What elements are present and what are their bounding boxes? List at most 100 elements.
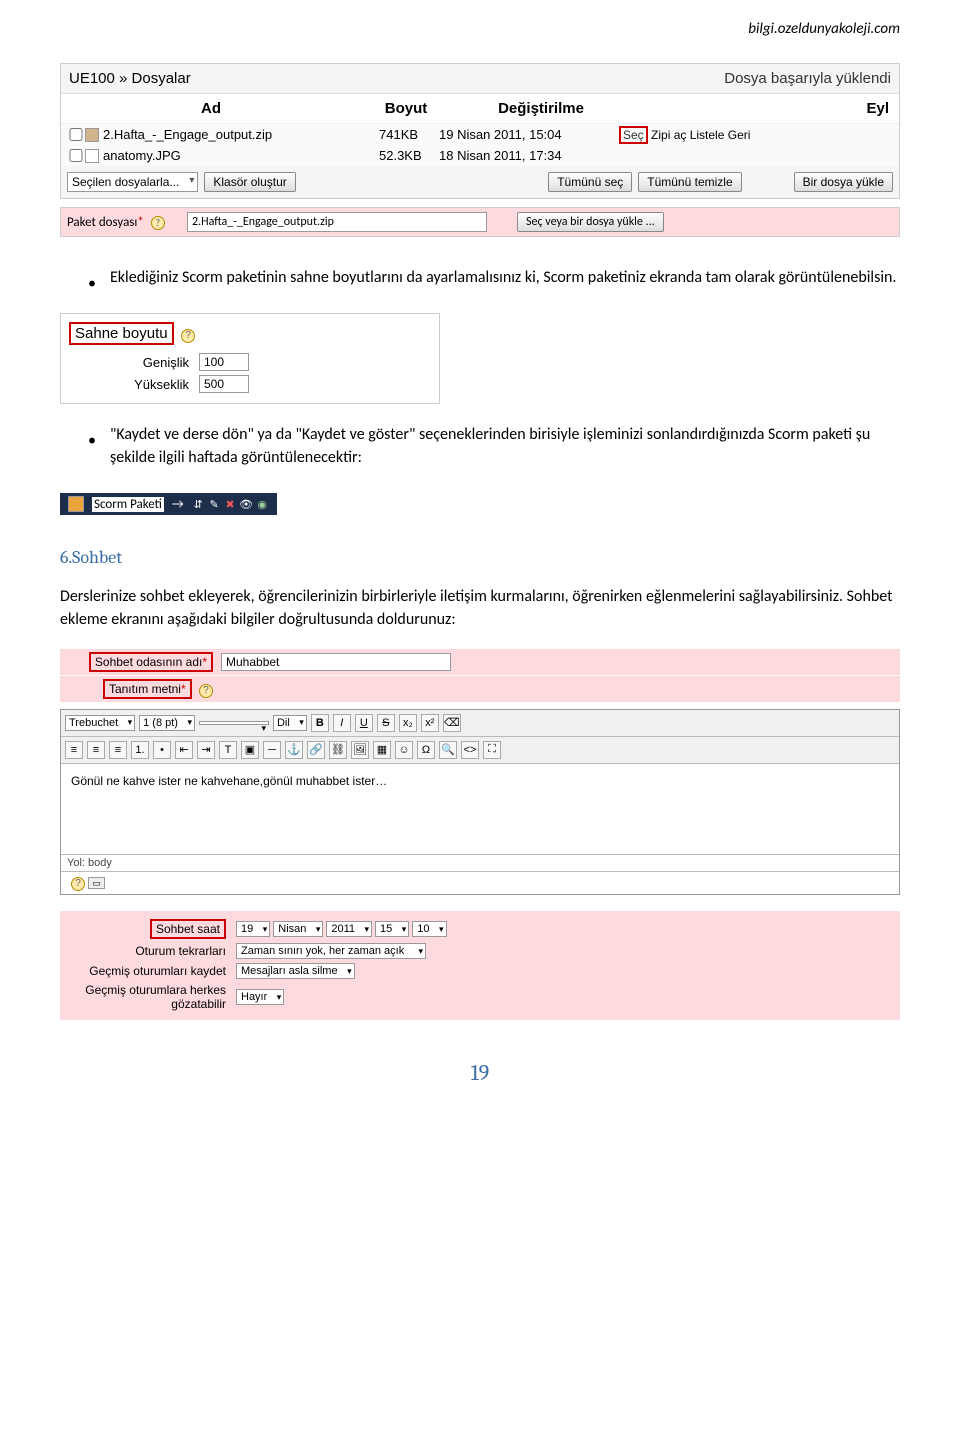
arrow-icon: → — [172, 497, 184, 512]
minute-select[interactable]: 10 — [412, 921, 446, 937]
help-icon[interactable]: ? — [181, 329, 195, 343]
char-icon[interactable]: Ω — [417, 741, 435, 759]
repeat-label: Oturum tekrarları — [66, 944, 236, 958]
everyone-view-label: Geçmiş oturumlara herkes gözatabilir — [66, 983, 236, 1012]
table-icon[interactable]: ▦ — [373, 741, 391, 759]
width-input[interactable] — [199, 353, 249, 371]
height-input[interactable] — [199, 375, 249, 393]
file-checkbox[interactable] — [67, 149, 85, 162]
editor-path: Yol: body — [67, 857, 112, 869]
file-checkbox[interactable] — [67, 128, 85, 141]
link-icon[interactable]: 🔗 — [307, 741, 325, 759]
day-select[interactable]: 19 — [236, 921, 270, 937]
chat-form: Sohbet odasının adı* Tanıtım metni* ? Tr… — [60, 649, 900, 1020]
save-sessions-select[interactable]: Mesajları asla silme — [236, 963, 355, 979]
upload-success-message: Dosya başarıyla yüklendi — [724, 70, 891, 87]
hr-icon[interactable]: ─ — [263, 741, 281, 759]
package-file-input[interactable]: 2.Hafta_-_Engage_output.zip — [187, 212, 487, 232]
sup-icon[interactable]: x² — [421, 714, 439, 732]
height-row: Yükseklik — [69, 373, 431, 395]
breadcrumb: UE100 » Dosyalar — [69, 70, 191, 87]
rich-text-editor: Trebuchet 1 (8 pt) Dil B I U S x₂ x² ⌫ ≡… — [60, 709, 900, 895]
sub-icon[interactable]: x₂ — [399, 714, 417, 732]
action-links[interactable]: Zipi aç Listele Geri — [651, 128, 750, 142]
col-action: Eyl — [631, 100, 899, 117]
fullscreen-icon[interactable]: ⛶ — [483, 741, 501, 759]
col-size: Boyut — [361, 100, 451, 117]
move-icon[interactable]: ⇵ — [192, 498, 205, 511]
file-date: 18 Nisan 2011, 17:34 — [439, 148, 619, 163]
chat-name-input[interactable] — [221, 653, 451, 671]
list-ul-icon[interactable]: • — [153, 741, 171, 759]
align-right-icon[interactable]: ≡ — [109, 741, 127, 759]
html-icon[interactable]: <> — [461, 741, 479, 759]
help-icon[interactable]: ? — [199, 684, 213, 698]
section-body: Derslerinize sohbet ekleyerek, öğrencile… — [60, 586, 900, 631]
image-icon[interactable]: 🖼 — [351, 741, 369, 759]
page-number: 19 — [60, 1060, 900, 1086]
search-icon[interactable]: 🔍 — [439, 741, 457, 759]
select-all-button[interactable]: Tümünü seç — [548, 172, 632, 192]
save-sessions-row: Geçmiş oturumları kaydet Mesajları asla … — [66, 961, 894, 981]
col-modified: Değiştirilme — [451, 100, 631, 117]
align-center-icon[interactable]: ≡ — [87, 741, 105, 759]
bullet-icon: • — [88, 273, 96, 295]
file-name[interactable]: 2.Hafta_-_Engage_output.zip — [103, 127, 379, 142]
repeat-row: Oturum tekrarları Zaman sınırı yok, her … — [66, 941, 894, 961]
intro-text-label: Tanıtım metni* ? — [66, 679, 221, 699]
align-left-icon[interactable]: ≡ — [65, 741, 83, 759]
select-link[interactable]: Seç — [619, 126, 648, 144]
editor-toolbar-2: ≡ ≡ ≡ 1. • ⇤ ⇥ T ▣ ─ ⚓ 🔗 ⛓ 🖼 ▦ ☺ Ω 🔍 <> … — [61, 737, 899, 764]
scorm-icon — [68, 496, 84, 512]
month-select[interactable]: Nisan — [273, 921, 323, 937]
year-select[interactable]: 2011 — [326, 921, 372, 937]
upload-file-button[interactable]: Bir dosya yükle — [794, 172, 893, 192]
resize-handle[interactable]: ▭ — [88, 877, 105, 889]
repeat-select[interactable]: Zaman sınırı yok, her zaman açık — [236, 943, 426, 959]
clear-all-button[interactable]: Tümünü temizle — [638, 172, 741, 192]
help-icon[interactable]: ? — [71, 877, 85, 891]
height-label: Yükseklik — [109, 377, 189, 392]
file-action-bar: Seçilen dosyalarla... Klasör oluştur Tüm… — [61, 166, 899, 198]
file-date: 19 Nisan 2011, 15:04 — [439, 127, 619, 142]
fontsize-select[interactable]: 1 (8 pt) — [139, 715, 195, 731]
chat-name-row: Sohbet odasının adı* — [60, 649, 900, 676]
unlink-icon[interactable]: ⛓ — [329, 741, 347, 759]
edit-icon[interactable]: ✎ — [208, 498, 221, 511]
outdent-icon[interactable]: ⇤ — [175, 741, 193, 759]
italic-icon[interactable]: I — [333, 714, 351, 732]
create-folder-button[interactable]: Klasör oluştur — [204, 172, 295, 192]
file-actions: Seç Zipi aç Listele Geri — [619, 128, 893, 142]
textcolor-icon[interactable]: T — [219, 741, 237, 759]
underline-icon[interactable]: U — [355, 714, 373, 732]
lang-select[interactable]: Dil — [273, 715, 307, 731]
stage-size-panel: Sahne boyutu ? Genişlik Yükseklik — [60, 313, 440, 404]
editor-content[interactable]: Gönül ne kahve ister ne kahvehane,gönül … — [61, 764, 899, 854]
indent-icon[interactable]: ⇥ — [197, 741, 215, 759]
clean-icon[interactable]: ⌫ — [443, 714, 461, 732]
emoji-icon[interactable]: ☺ — [395, 741, 413, 759]
bold-icon[interactable]: B — [311, 714, 329, 732]
width-row: Genişlik — [69, 351, 431, 373]
save-sessions-label: Geçmiş oturumları kaydet — [66, 964, 236, 978]
chat-time-label: Sohbet saat — [66, 919, 236, 939]
group-icon[interactable]: ◉ — [256, 498, 269, 511]
delete-icon[interactable]: ✖ — [224, 498, 237, 511]
image-icon — [85, 149, 99, 163]
bgcolor-icon[interactable]: ▣ — [241, 741, 259, 759]
strike-icon[interactable]: S — [377, 714, 395, 732]
choose-upload-button[interactable]: Seç veya bir dosya yükle ... — [517, 212, 664, 232]
scorm-package-indicator: Scorm Paketi → ⇵ ✎ ✖ 👁 ◉ — [60, 493, 277, 515]
anchor-icon[interactable]: ⚓ — [285, 741, 303, 759]
font-select[interactable]: Trebuchet — [65, 715, 135, 731]
help-icon[interactable]: ? — [151, 216, 165, 230]
bulk-action-select[interactable]: Seçilen dosyalarla... — [67, 172, 198, 192]
file-name[interactable]: anatomy.JPG — [103, 148, 379, 163]
everyone-view-select[interactable]: Hayır — [236, 989, 284, 1005]
hide-icon[interactable]: 👁 — [240, 498, 253, 511]
list-ol-icon[interactable]: 1. — [131, 741, 149, 759]
bullet-text: Eklediğiniz Scorm paketinin sahne boyutl… — [110, 267, 896, 295]
hour-select[interactable]: 15 — [375, 921, 409, 937]
scorm-label[interactable]: Scorm Paketi — [92, 497, 164, 512]
style-select[interactable] — [199, 721, 269, 725]
